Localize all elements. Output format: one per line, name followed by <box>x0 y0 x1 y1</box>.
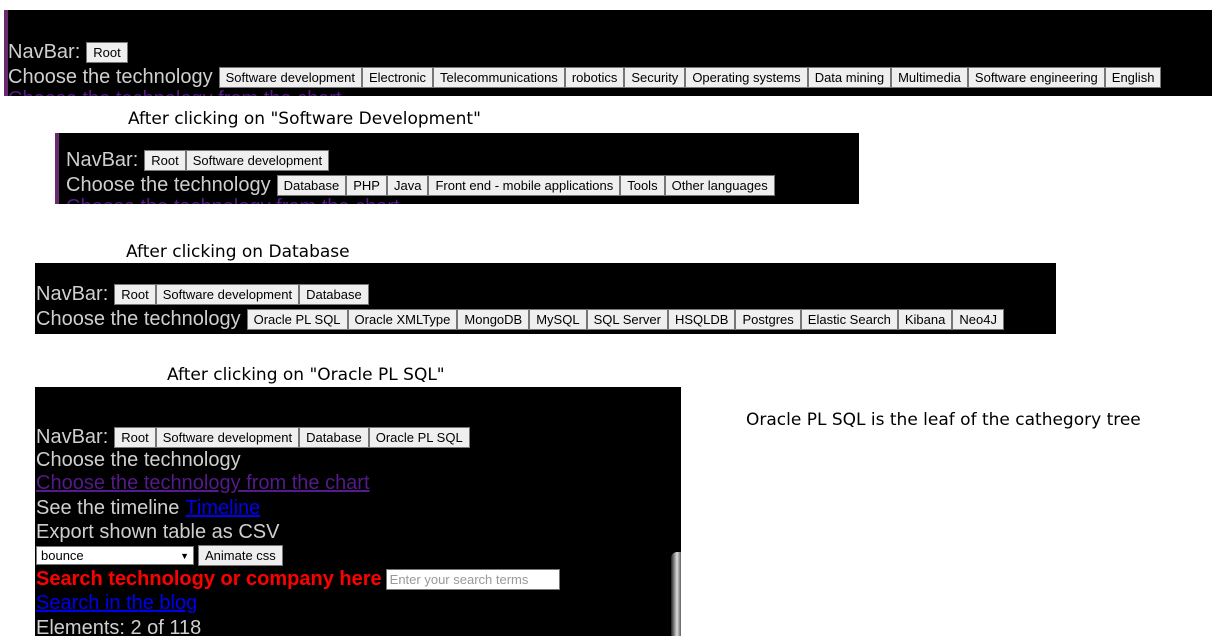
animation-row: bounce ▼ Animate css <box>36 545 283 566</box>
tech-security-button[interactable]: Security <box>624 66 686 88</box>
navbar-buttons: Root Software development <box>144 149 330 171</box>
tech-php-button[interactable]: PHP <box>346 174 387 196</box>
elements-count: Elements: 2 of 118 <box>36 617 202 636</box>
navbar-database-button[interactable]: Database <box>299 283 369 305</box>
clipped-chart-link: Choose the technology from the chart <box>66 196 400 204</box>
tech-multimedia-button[interactable]: Multimedia <box>891 66 968 88</box>
tech-software-engineering-button[interactable]: Software engineering <box>967 66 1105 88</box>
technology-row: Choose the technology Oracle PL SQL Oracl… <box>36 307 1004 331</box>
navbar-buttons: Root Software development Database <box>114 283 369 305</box>
caption-database: After clicking on Database <box>126 242 350 262</box>
elements-row: Elements: 2 of 118 <box>36 616 201 636</box>
timeline-prefix: See the timeline <box>36 497 180 519</box>
navbar-label: NavBar: <box>8 41 81 63</box>
export-row: Export shown table as CSV <box>36 520 279 544</box>
technology-row: Choose the technology Database PHP Java Fro… <box>66 173 775 197</box>
navbar-panel-software-development: NavBar: Root Software development Choose … <box>55 133 859 204</box>
caption-software-development: After clicking on "Software Development" <box>128 109 481 129</box>
tech-mysql-button[interactable]: MySQL <box>529 308 587 330</box>
technology-buttons: Oracle PL SQL Oracle XMLType MongoDB MySQL S… <box>246 308 1004 330</box>
navbar-software-development-button[interactable]: Software development <box>155 283 300 305</box>
navbar-buttons: Root <box>86 41 128 63</box>
navbar-label: NavBar: <box>66 149 139 171</box>
tech-hsqldb-button[interactable]: HSQLDB <box>668 308 736 330</box>
search-input[interactable]: Enter your search terms <box>385 569 560 590</box>
export-csv-label[interactable]: Export shown table as CSV <box>36 520 279 544</box>
side-note: Oracle PL SQL is the leaf of the cathego… <box>746 410 1141 430</box>
navbar-buttons: Root Software development Database Oracle P… <box>114 426 470 448</box>
navbar-panel-oracle-pl-sql: NavBar: Root Software development Database… <box>35 387 681 636</box>
choose-technology-label: Choose the technology <box>36 449 241 471</box>
navbar-row: NavBar: Root Software development Database… <box>36 425 470 449</box>
choose-technology-label: Choose the technology <box>66 174 271 196</box>
navbar-root-button[interactable]: Root <box>144 149 186 171</box>
clipped-chart-link: Choose the technology from the chart <box>8 88 342 96</box>
navbar-panel-database: NavBar: Root Software development Database… <box>35 263 1056 334</box>
animate-css-button[interactable]: Animate css <box>198 545 283 566</box>
caption-oracle-pl-sql: After clicking on "Oracle PL SQL" <box>167 365 445 385</box>
tech-robotics-button[interactable]: robotics <box>564 66 625 88</box>
technology-buttons: Software development Electronic Telecommun… <box>218 66 1162 88</box>
navbar-row: NavBar: Root Software development <box>66 148 330 172</box>
navbar-software-development-button[interactable]: Software development <box>155 426 300 448</box>
tech-oracle-pl-sql-button[interactable]: Oracle PL SQL <box>246 308 348 330</box>
tech-telecommunications-button[interactable]: Telecommunications <box>433 66 565 88</box>
choose-technology-label: Choose the technology <box>36 308 241 330</box>
tech-postgres-button[interactable]: Postgres <box>735 308 801 330</box>
search-row: Search technology or company here Enter … <box>36 568 560 591</box>
tech-java-button[interactable]: Java <box>386 174 429 196</box>
technology-row: Choose the technology Software developme… <box>8 65 1162 89</box>
navbar-row: NavBar: Root Software development Database <box>36 282 369 306</box>
animation-select[interactable]: bounce ▼ <box>36 546 194 565</box>
chart-link[interactable]: Choose the technology from the chart <box>36 472 370 495</box>
timeline-link[interactable]: Timeline <box>185 497 260 520</box>
tech-elastic-search-button[interactable]: Elastic Search <box>800 308 898 330</box>
animation-select-value: bounce <box>41 548 84 563</box>
navbar-root-button[interactable]: Root <box>86 41 128 63</box>
tech-tools-button[interactable]: Tools <box>620 174 665 196</box>
chart-link-row: Choose the technology from the chart <box>36 472 370 495</box>
navbar-root-button[interactable]: Root <box>114 283 156 305</box>
chevron-down-icon: ▼ <box>180 550 189 561</box>
technology-buttons: Database PHP Java Front end - mobile applic… <box>276 174 775 196</box>
tech-data-mining-button[interactable]: Data mining <box>807 66 892 88</box>
blog-search-link[interactable]: Search in the blog <box>36 592 197 615</box>
navbar-label: NavBar: <box>36 283 109 305</box>
panel-edge <box>55 133 59 204</box>
navbar-panel-root: NavBar: Root Choose the technology Softw… <box>4 10 1212 96</box>
scrollbar[interactable] <box>671 552 681 636</box>
navbar-database-button[interactable]: Database <box>299 426 369 448</box>
tech-software-development-button[interactable]: Software development <box>218 66 362 88</box>
timeline-row: See the timeline Timeline <box>36 496 260 520</box>
choose-technology-label: Choose the technology <box>8 66 213 88</box>
search-label: Search technology or company here <box>36 568 382 590</box>
tech-oracle-xmltype-button[interactable]: Oracle XMLType <box>347 308 458 330</box>
navbar-label: NavBar: <box>36 426 109 448</box>
navbar-root-button[interactable]: Root <box>114 426 156 448</box>
tech-neo4j-button[interactable]: Neo4J <box>952 308 1004 330</box>
tech-electronic-button[interactable]: Electronic <box>361 66 434 88</box>
navbar-row: NavBar: Root <box>8 40 128 64</box>
tech-mongodb-button[interactable]: MongoDB <box>457 308 530 330</box>
tech-english-button[interactable]: English <box>1104 66 1162 88</box>
tech-operating-systems-button[interactable]: Operating systems <box>685 66 808 88</box>
tech-kibana-button[interactable]: Kibana <box>897 308 953 330</box>
tech-other-languages-button[interactable]: Other languages <box>664 174 775 196</box>
navbar-software-development-button[interactable]: Software development <box>185 149 330 171</box>
technology-row: Choose the technology <box>36 448 241 472</box>
blog-link-row: Search in the blog <box>36 592 197 615</box>
tech-database-button[interactable]: Database <box>276 174 347 196</box>
navbar-oracle-pl-sql-button[interactable]: Oracle PL SQL <box>368 426 470 448</box>
tech-front-end-mobile-applications-button[interactable]: Front end - mobile applications <box>428 174 621 196</box>
tech-sql-server-button[interactable]: SQL Server <box>586 308 668 330</box>
